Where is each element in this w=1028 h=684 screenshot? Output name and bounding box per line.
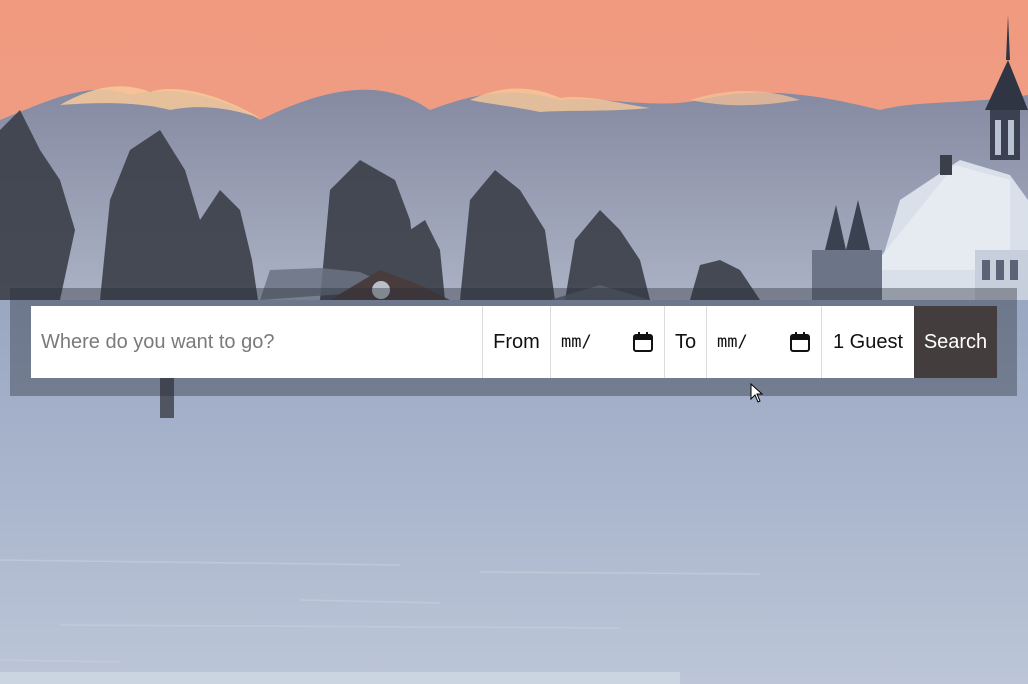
- calendar-icon[interactable]: [632, 331, 654, 353]
- to-date-value: mm/: [717, 332, 748, 352]
- from-date-input[interactable]: mm/: [551, 306, 665, 378]
- search-button[interactable]: Search: [914, 306, 997, 378]
- to-date-input[interactable]: mm/: [707, 306, 822, 378]
- hero-section: From mm/ To mm/ 1 Guest Search: [0, 0, 1028, 684]
- search-bar: From mm/ To mm/ 1 Guest Search: [31, 306, 997, 378]
- to-label: To: [665, 306, 707, 378]
- from-label: From: [483, 306, 551, 378]
- from-date-value: mm/: [561, 332, 592, 352]
- destination-input[interactable]: [41, 330, 472, 354]
- calendar-icon[interactable]: [789, 331, 811, 353]
- mouse-cursor-icon: [750, 383, 764, 403]
- guests-selector[interactable]: 1 Guest: [822, 306, 914, 378]
- destination-field-wrapper: [31, 306, 483, 378]
